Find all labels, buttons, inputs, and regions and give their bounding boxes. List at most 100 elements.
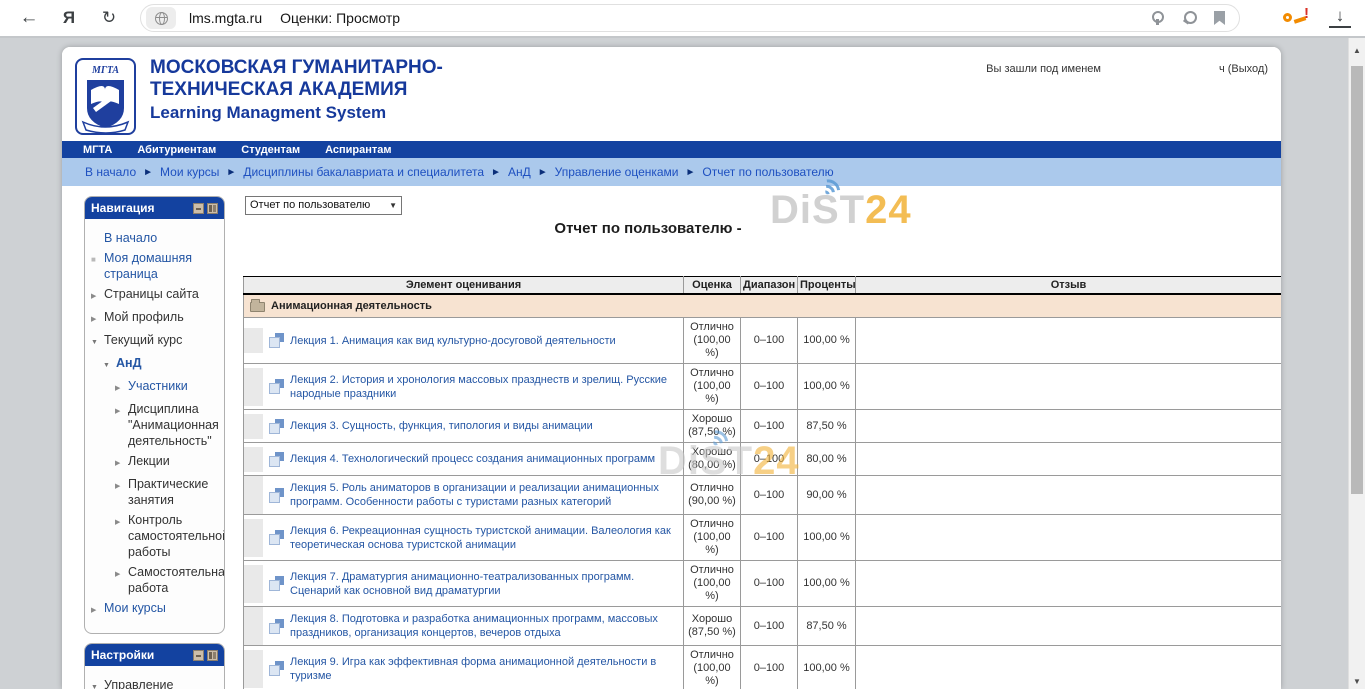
chevron-right-icon[interactable]: ▶ [115,378,128,397]
indent-cell [244,447,263,472]
lms-page: МГТА МОСКОВСКАЯ ГУМАНИТАРНО- ТЕХНИЧЕСКАЯ… [62,47,1281,689]
table-row: Лекция 2. История и хронология массовых … [244,364,1282,410]
chevron-right-icon[interactable]: ▶ [91,286,104,305]
percent-cell: 87,50 % [798,607,856,646]
site-title: МОСКОВСКАЯ ГУМАНИТАРНО- ТЕХНИЧЕСКАЯ АКАД… [150,57,443,125]
chevron-down-icon: ▼ [389,199,397,210]
grade-item-link[interactable]: Лекция 2. История и хронология массовых … [290,373,677,401]
range-cell: 0–100 [741,443,798,476]
chevron-right-icon[interactable]: ▶ [115,512,128,560]
password-key-icon[interactable] [1148,11,1166,25]
feedback-cell [856,364,1282,410]
grade-cell: Хорошо(80,00 %) [684,443,741,476]
collapse-block-icon[interactable] [193,203,204,214]
percent-cell: 80,00 % [798,443,856,476]
address-bar[interactable]: lms.mgta.ru Оценки: Просмотр [140,4,1240,32]
refresh-button[interactable]: ↻ [94,8,124,28]
breadcrumb-user-report[interactable]: Отчет по пользователю [702,165,833,179]
chevron-right-icon[interactable]: ▶ [115,564,128,596]
grade-item-link[interactable]: Лекция 9. Игра как эффективная форма ани… [290,655,677,683]
grade-item-link[interactable]: Лекция 1. Анимация как вид культурно-дос… [290,334,616,348]
range-cell: 0–100 [741,364,798,410]
sidebar-item-and-course: ▼ АнД [91,355,220,374]
col-feedback: Отзыв [856,277,1282,295]
chevron-right-icon[interactable]: ▶ [115,476,128,508]
menu-item-aspirantam[interactable]: Аспирантам [325,144,391,156]
chevron-down-icon[interactable]: ▼ [91,332,104,351]
breadcrumb-my-courses[interactable]: Мои курсы [160,165,219,179]
login-info: Вы зашли под именем ч (Выход) [986,63,1268,75]
percent-cell: 100,00 % [798,561,856,607]
chevron-right-icon[interactable]: ▶ [91,309,104,328]
sidebar-item-participants: ▶ Участники [91,378,220,397]
grade-cell: Отлично(100,00 %) [684,318,741,364]
back-button[interactable]: ← [14,7,44,29]
bookmark-icon[interactable] [1214,11,1225,25]
breadcrumb-separator-icon: ► [491,167,501,178]
lesson-icon [269,419,284,434]
table-row: Лекция 5. Роль аниматоров в организации … [244,476,1282,515]
breadcrumb-course[interactable]: АнД [508,165,531,179]
grade-cell: Отлично(90,00 %) [684,476,741,515]
indent-cell [244,414,263,439]
password-alert-icon[interactable]: ! [1283,7,1309,29]
logo-text: МГТА [91,65,119,76]
dock-block-icon[interactable] [207,203,218,214]
scroll-up-arrow[interactable]: ▲ [1349,46,1365,55]
breadcrumb-home[interactable]: В начало [85,165,136,179]
grade-item-link[interactable]: Лекция 5. Роль аниматоров в организации … [290,481,677,509]
chevron-down-icon[interactable]: ▼ [103,355,116,374]
table-row: Лекция 8. Подготовка и разработка анимац… [244,607,1282,646]
report-type-select[interactable]: Отчет по пользователю▼ [245,196,402,215]
grade-item-link[interactable]: Лекция 7. Драматургия анимационно-театра… [290,570,677,598]
grade-item-link[interactable]: Лекция 8. Подготовка и разработка анимац… [290,612,677,640]
vertical-scrollbar[interactable]: ▲ ▼ [1348,38,1365,689]
range-cell: 0–100 [741,515,798,561]
feedback-cell [856,561,1282,607]
grade-cell: Отлично(100,00 %) [684,515,741,561]
zoom-icon[interactable] [1182,10,1198,26]
grade-item-link[interactable]: Лекция 4. Технологический процесс создан… [290,452,655,466]
grade-cell: Отлично(100,00 %) [684,561,741,607]
category-row: Анимационная деятельность [244,294,1282,318]
lesson-icon [269,452,284,467]
navigation-block: Навигация В начало ■ Моя домашняя страни… [84,196,225,634]
downloads-button[interactable]: ↓ [1329,6,1351,28]
range-cell: 0–100 [741,607,798,646]
percent-cell: 100,00 % [798,364,856,410]
breadcrumb-grade-admin[interactable]: Управление оценками [555,165,679,179]
globe-icon [155,12,168,25]
scroll-down-arrow[interactable]: ▼ [1349,677,1365,686]
chevron-right-icon[interactable]: ▶ [115,453,128,472]
yandex-icon[interactable]: Я [54,8,84,28]
breadcrumb-disciplines[interactable]: Дисциплины бакалавриата и специалитета [243,165,484,179]
collapse-block-icon[interactable] [193,650,204,661]
grade-item-link[interactable]: Лекция 6. Рекреационная сущность туристс… [290,524,677,552]
dock-block-icon[interactable] [207,650,218,661]
lesson-icon [269,530,284,545]
feedback-cell [856,443,1282,476]
mgta-logo: МГТА [75,58,136,135]
block-title: Навигация [91,201,190,215]
sidebar-item-home: В начало [91,230,220,246]
sidebar: Навигация В начало ■ Моя домашняя страни… [84,196,225,689]
lesson-icon [269,488,284,503]
sidebar-item-lectures: ▶ Лекции [91,453,220,472]
scrollbar-thumb[interactable] [1351,66,1363,494]
menu-item-studentam[interactable]: Студентам [241,144,300,156]
navigation-block-header: Навигация [85,197,224,219]
menu-item-abiturientam[interactable]: Абитуриентам [137,144,216,156]
feedback-cell [856,318,1282,364]
indent-cell [244,565,263,603]
chevron-right-icon[interactable]: ▶ [115,401,128,449]
range-cell: 0–100 [741,318,798,364]
url-text[interactable]: lms.mgta.ru [189,10,262,26]
menu-item-mgta[interactable]: МГТА [83,144,112,156]
chevron-down-icon[interactable]: ▼ [91,677,104,689]
logout-link[interactable]: ч (Выход) [1219,63,1268,75]
indent-cell [244,476,263,514]
table-row: Лекция 1. Анимация как вид культурно-дос… [244,318,1282,364]
chevron-right-icon[interactable]: ▶ [91,600,104,619]
table-row: Лекция 6. Рекреационная сущность туристс… [244,515,1282,561]
grade-item-link[interactable]: Лекция 3. Сущность, функция, типология и… [290,419,593,433]
